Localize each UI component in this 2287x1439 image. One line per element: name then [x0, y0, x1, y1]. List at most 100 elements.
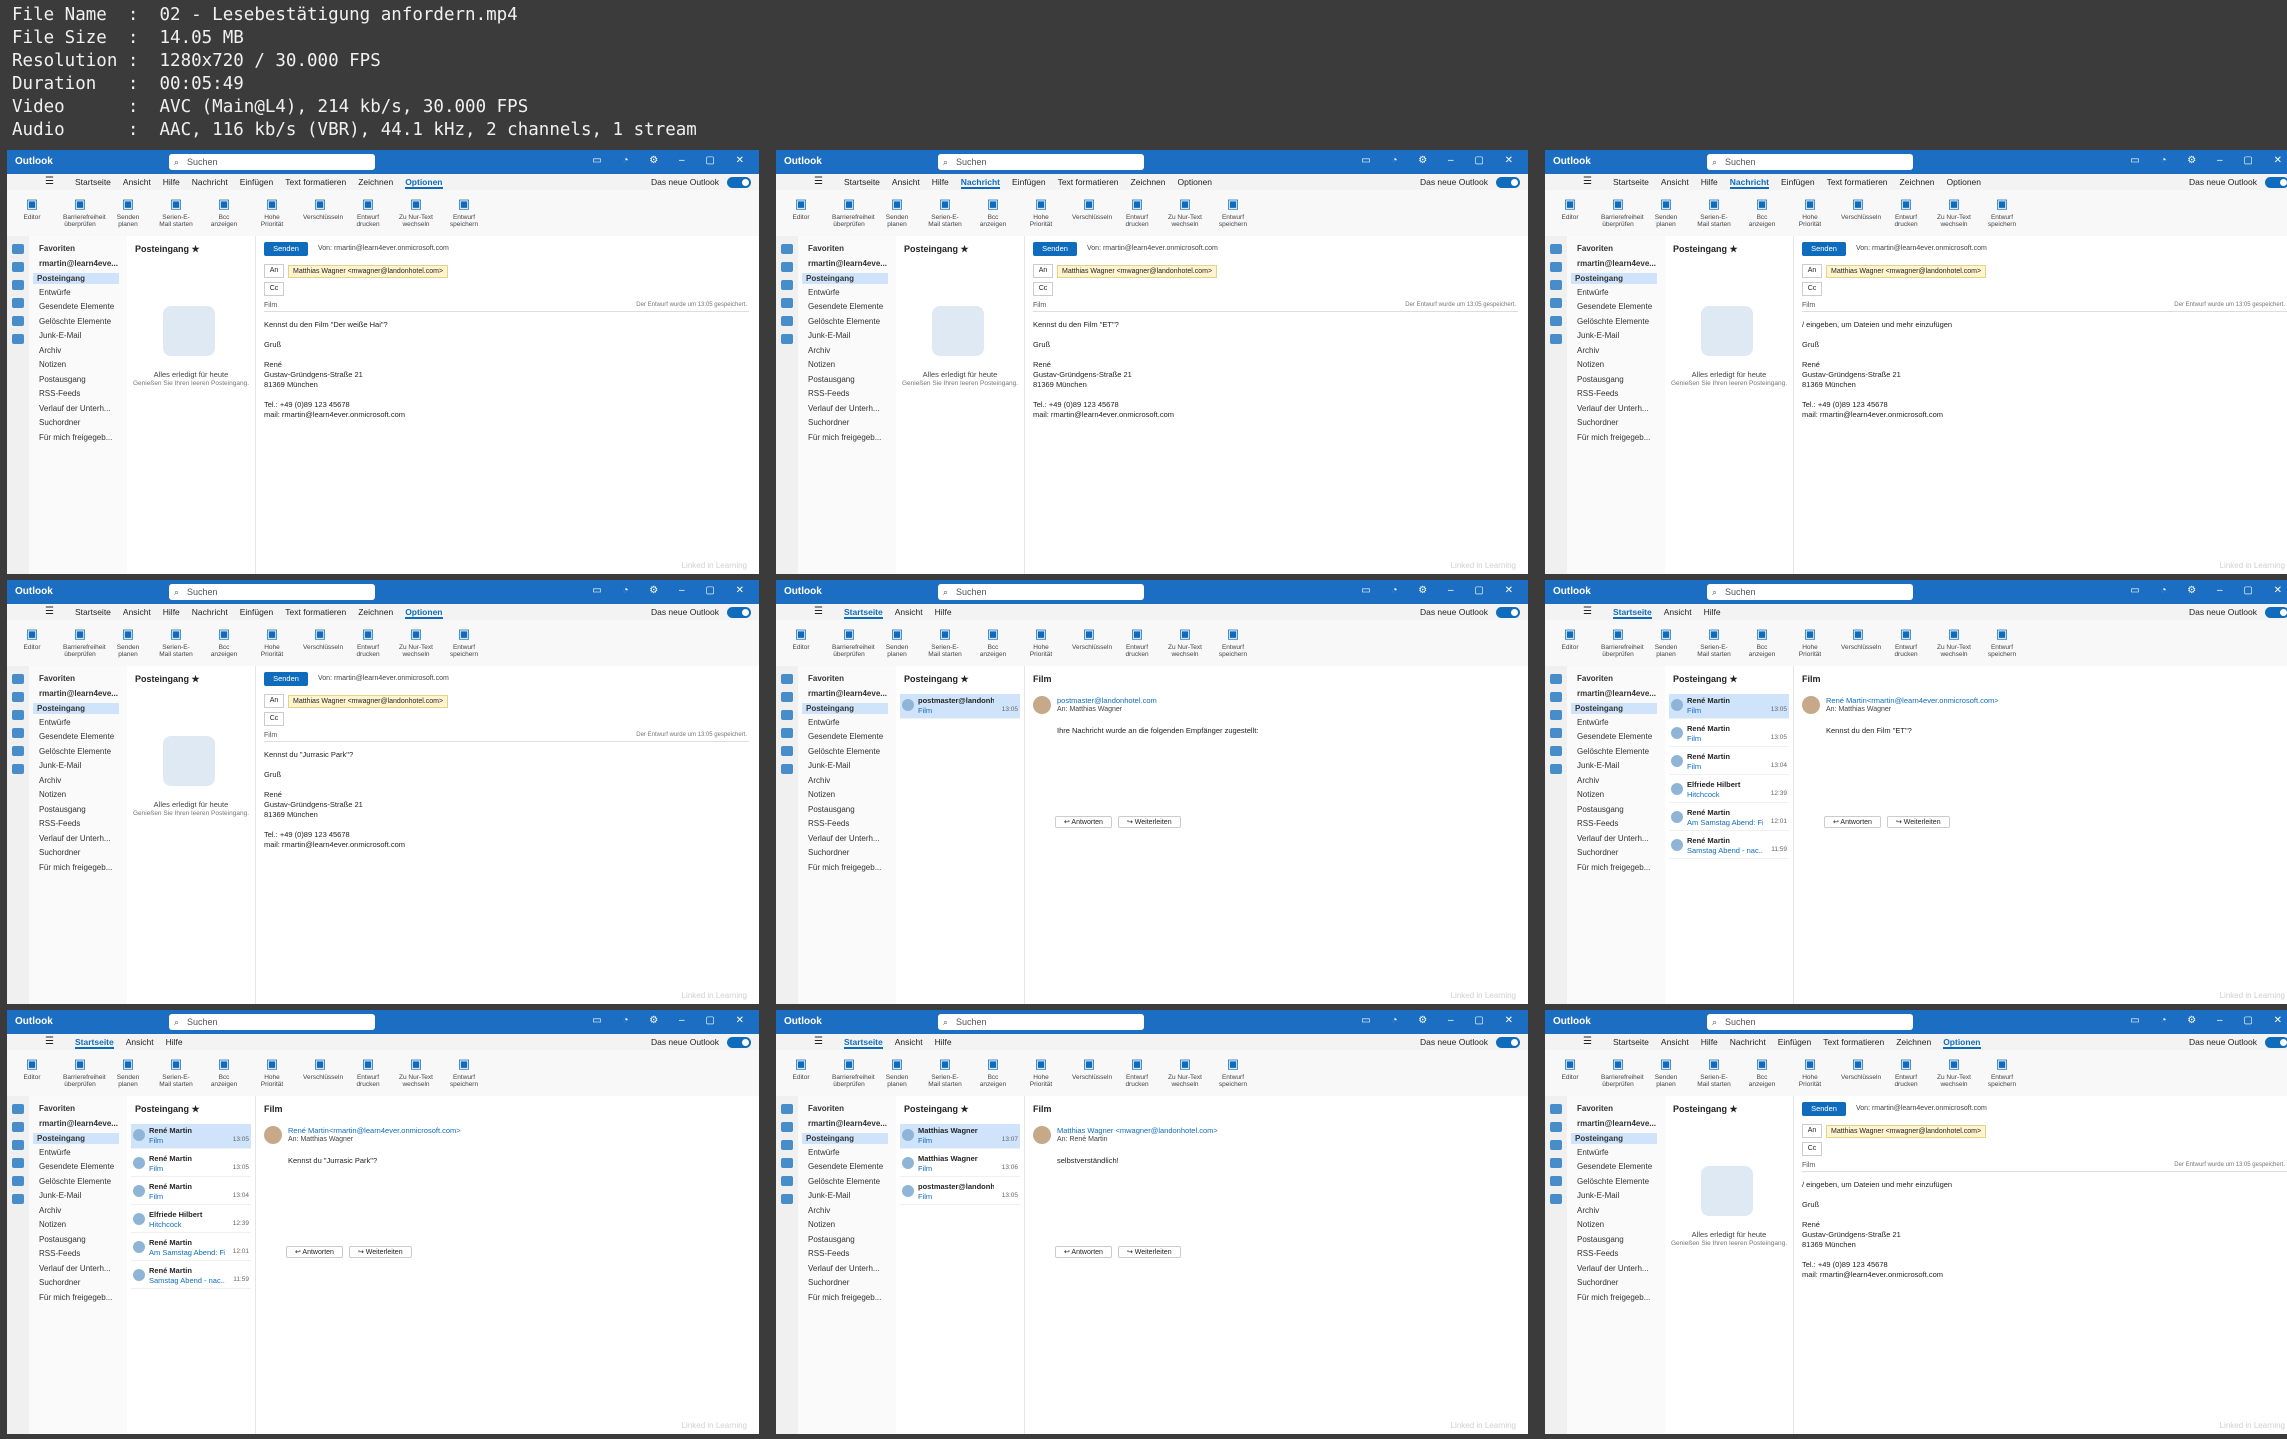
search-input[interactable]: ⌕ Suchen [1707, 1014, 1913, 1030]
forward-button[interactable]: ↪ Weiterleiten [1117, 1246, 1181, 1258]
search-input[interactable]: ⌕ Suchen [1707, 154, 1913, 170]
folder-item[interactable]: rmartin@learn4eve... [39, 689, 118, 698]
folder-item[interactable]: RSS-Feeds [39, 389, 80, 398]
to-button[interactable]: An [264, 264, 284, 278]
app-rail-icon[interactable] [1550, 280, 1562, 290]
app-rail-icon[interactable] [12, 1194, 24, 1204]
tab-ansicht[interactable]: Ansicht [123, 177, 151, 189]
tab-hilfe[interactable]: Hilfe [935, 607, 952, 619]
app-rail-icon[interactable] [12, 692, 24, 702]
to-button[interactable]: An [1802, 264, 1822, 278]
folder-item[interactable]: Entwürfe [39, 1148, 71, 1157]
folder-item[interactable]: Archiv [39, 776, 61, 785]
folder-item[interactable]: Archiv [39, 346, 61, 355]
ribbon-button[interactable]: ▣ Zu Nur-Text wechseln [1168, 196, 1202, 228]
folder-item[interactable]: Archiv [808, 776, 830, 785]
folder-item[interactable]: Für mich freigegeb... [39, 433, 112, 442]
app-rail-icon[interactable] [781, 710, 793, 720]
ribbon-button[interactable]: ▣ Senden planen [111, 196, 145, 228]
ribbon-button[interactable]: ▣ Senden planen [1649, 1056, 1683, 1088]
tab-ansicht[interactable]: Ansicht [126, 1037, 154, 1049]
app-rail-icon[interactable] [781, 728, 793, 738]
ribbon-button[interactable]: ▣ Serien-E-Mail starten [928, 626, 962, 658]
ribbon-button[interactable]: ▣ Editor [15, 1056, 49, 1081]
folder-item[interactable]: Entwürfe [808, 1148, 840, 1157]
message-body[interactable]: / eingeben, um Dateien und mehr einzufüg… [1802, 1180, 2287, 1280]
tab-text-formatieren[interactable]: Text formatieren [1827, 177, 1888, 189]
folder-item[interactable]: RSS-Feeds [808, 819, 849, 828]
folder-item[interactable]: Postausgang [808, 375, 855, 384]
folder-item[interactable]: RSS-Feeds [808, 1249, 849, 1258]
tab-zeichnen[interactable]: Zeichnen [358, 177, 393, 189]
ribbon-button[interactable]: ▣ Zu Nur-Text wechseln [1937, 1056, 1971, 1088]
folder-item[interactable]: Favoriten [808, 674, 844, 683]
app-rail-icon[interactable] [1550, 746, 1562, 756]
ribbon-button[interactable]: ▣ Entwurf drucken [1889, 626, 1923, 658]
ribbon-button[interactable]: ▣ Entwurf speichern [1216, 626, 1250, 658]
app-rail-icon[interactable] [12, 262, 24, 272]
tab-nachricht[interactable]: Nachricht [1729, 177, 1770, 189]
folder-item[interactable]: Archiv [808, 346, 830, 355]
ribbon-button[interactable]: ▣ Zu Nur-Text wechseln [1168, 1056, 1202, 1088]
window-controls[interactable]: ▭ ◔ ⚙ – ▢ ✕ [2130, 155, 2287, 166]
app-rail-icon[interactable] [781, 262, 793, 272]
folder-item[interactable]: Posteingang [33, 1133, 119, 1144]
search-input[interactable]: ⌕ Suchen [169, 154, 375, 170]
app-rail-icon[interactable] [1550, 728, 1562, 738]
list-item[interactable]: postmaster@landonhotel.comFilm 13:05 [900, 1180, 1020, 1205]
ribbon-button[interactable]: ▣ Bcc anzeigen [1745, 626, 1779, 658]
folder-item[interactable]: Posteingang [33, 703, 119, 714]
cc-button[interactable]: Cc [1802, 1142, 1822, 1156]
folder-item[interactable]: Postausgang [39, 375, 86, 384]
folder-item[interactable]: Favoriten [39, 674, 75, 683]
list-item[interactable]: René MartinAm Samstag Abend: Film ... 12:… [1669, 806, 1789, 831]
recipient-chip[interactable]: Matthias Wagner <mwagner@landonhotel.com… [1057, 265, 1218, 278]
folder-item[interactable]: Postausgang [1577, 1235, 1624, 1244]
window-controls[interactable]: ▭ ◔ ⚙ – ▢ ✕ [1361, 585, 1522, 596]
hamburger-icon[interactable]: ☰ [45, 1036, 54, 1047]
tab-einfügen[interactable]: Einfügen [1778, 1037, 1812, 1049]
new-outlook-toggle[interactable] [1496, 177, 1520, 188]
tab-startseite[interactable]: Startseite [75, 1037, 114, 1049]
ribbon-button[interactable]: ▣ Barrierefreiheit überprüfen [832, 196, 875, 228]
ribbon-button[interactable]: ▣ Serien-E-Mail starten [928, 1056, 962, 1088]
cc-button[interactable]: Cc [264, 712, 284, 726]
folder-item[interactable]: Posteingang [802, 703, 888, 714]
new-outlook-toggle[interactable] [1496, 607, 1520, 618]
tab-hilfe[interactable]: Hilfe [166, 1037, 183, 1049]
ribbon-button[interactable]: ▣ Entwurf drucken [351, 196, 385, 228]
folder-item[interactable]: Für mich freigegeb... [1577, 433, 1650, 442]
folder-item[interactable]: Verlauf der Unterh... [808, 834, 880, 843]
window-controls[interactable]: ▭ ◔ ⚙ – ▢ ✕ [2130, 585, 2287, 596]
folder-item[interactable]: Postausgang [39, 1235, 86, 1244]
ribbon-button[interactable]: ▣ Zu Nur-Text wechseln [1937, 196, 1971, 228]
list-item[interactable]: René MartinAm Samstag Abend: Film ... 12:… [131, 1236, 251, 1261]
tab-hilfe[interactable]: Hilfe [935, 1037, 952, 1049]
folder-item[interactable]: Gesendete Elemente [1577, 732, 1652, 741]
folder-item[interactable]: Für mich freigegeb... [808, 863, 881, 872]
tab-startseite[interactable]: Startseite [1613, 177, 1649, 189]
ribbon-button[interactable]: ▣ Verschlüsseln [1072, 1056, 1112, 1081]
tab-ansicht[interactable]: Ansicht [1661, 1037, 1689, 1049]
app-rail-icon[interactable] [1550, 710, 1562, 720]
folder-item[interactable]: Gelöschte Elemente [1577, 317, 1649, 326]
ribbon-button[interactable]: ▣ Entwurf drucken [351, 1056, 385, 1088]
folder-item[interactable]: Gesendete Elemente [808, 1162, 883, 1171]
reading-sender[interactable]: René Martin<rmartin@learn4ever.onmicroso… [288, 1126, 461, 1135]
folder-item[interactable]: rmartin@learn4eve... [39, 259, 118, 268]
app-rail-icon[interactable] [781, 674, 793, 684]
app-rail-icon[interactable] [1550, 298, 1562, 308]
app-rail-icon[interactable] [781, 298, 793, 308]
hamburger-icon[interactable]: ☰ [1583, 606, 1592, 617]
ribbon-button[interactable]: ▣ Verschlüsseln [1072, 626, 1112, 651]
ribbon-button[interactable]: ▣ Serien-E-Mail starten [1697, 1056, 1731, 1088]
cc-button[interactable]: Cc [264, 282, 284, 296]
folder-item[interactable]: Gelöschte Elemente [1577, 1177, 1649, 1186]
app-rail-icon[interactable] [1550, 692, 1562, 702]
from-field[interactable]: Von: rmartin@learn4ever.onmicrosoft.com [1856, 1105, 1987, 1112]
tab-hilfe[interactable]: Hilfe [1701, 1037, 1718, 1049]
ribbon-button[interactable]: ▣ Serien-E-Mail starten [159, 626, 193, 658]
recipient-chip[interactable]: Matthias Wagner <mwagner@landonhotel.com… [288, 695, 449, 708]
folder-item[interactable]: Junk-E-Mail [1577, 331, 1619, 340]
ribbon-button[interactable]: ▣ Senden planen [111, 1056, 145, 1088]
